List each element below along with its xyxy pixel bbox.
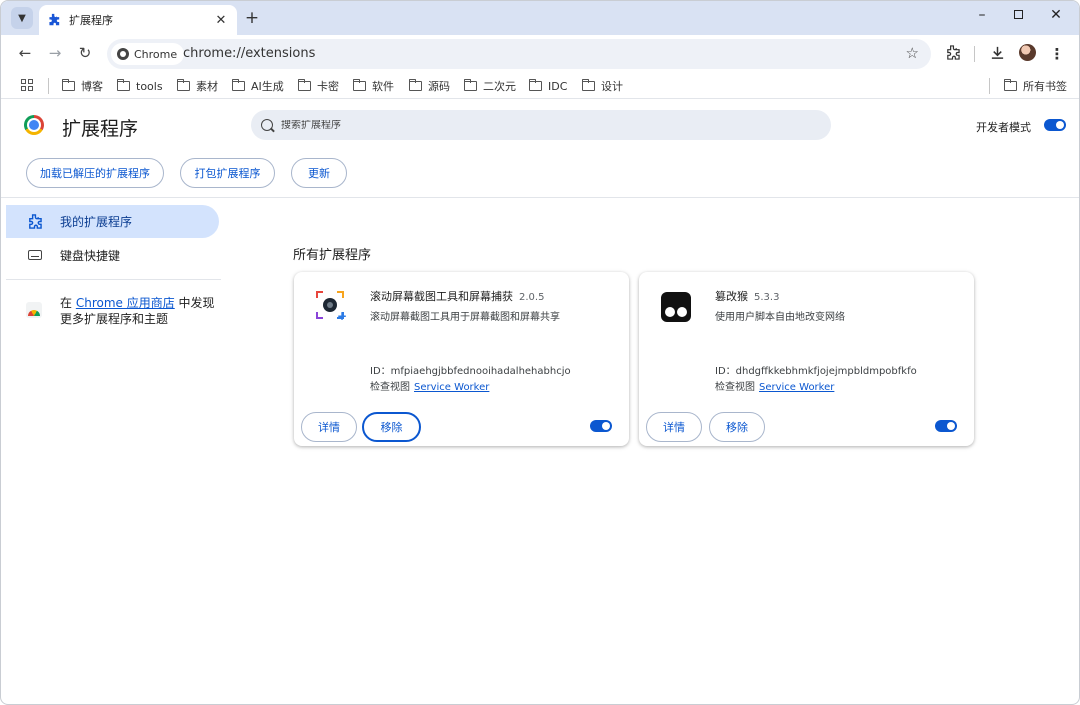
folder-icon (117, 79, 130, 91)
bookmark-folder-10[interactable]: 设计 (582, 78, 623, 94)
folder-icon (582, 79, 595, 91)
screenshot-camera-icon: + (316, 291, 347, 323)
url-text[interactable]: chrome://extensions (183, 46, 315, 61)
menu-kebab-icon[interactable]: ⋮ (1047, 45, 1067, 63)
address-bar[interactable]: Chrome chrome://extensions ☆ (107, 39, 931, 69)
section-title: 所有扩展程序 (293, 248, 372, 263)
bookmark-folder-6[interactable]: 软件 (353, 78, 394, 94)
puzzle-icon (27, 214, 42, 232)
folder-icon (298, 79, 311, 91)
sidebar-item-my-extensions[interactable]: 我的扩展程序 (6, 205, 219, 238)
all-bookmarks-button[interactable]: 所有书签 (1004, 78, 1067, 94)
developer-actions-bar: 加载已解压的扩展程序 打包扩展程序 更新 (1, 148, 1079, 198)
remove-button[interactable]: 移除 (362, 412, 421, 442)
developer-mode-toggle[interactable] (1044, 119, 1066, 131)
tab-search-button[interactable]: ▼ (11, 7, 33, 29)
chrome-icon (117, 48, 129, 60)
extensions-menu-icon[interactable] (942, 45, 962, 64)
bookmark-folder-5[interactable]: 卡密 (298, 78, 339, 94)
download-icon[interactable] (987, 45, 1007, 64)
inspect-views: 检查视图 Service Worker (370, 382, 490, 393)
reload-button[interactable]: ↻ (75, 44, 95, 62)
forward-button[interactable]: → (45, 44, 65, 62)
sidebar-item-shortcuts[interactable]: 键盘快捷键 (6, 239, 219, 272)
webstore-promo: 在 Chrome 应用商店 中发现更多扩展程序和主题 (60, 296, 215, 326)
extension-version: 2.0.5 (519, 292, 545, 303)
folder-icon (1004, 79, 1017, 91)
folder-icon (232, 79, 245, 91)
search-extensions[interactable] (251, 110, 831, 140)
sidebar-item-label: 键盘快捷键 (60, 249, 121, 263)
details-button[interactable]: 详情 (646, 412, 702, 442)
tab-extensions[interactable]: 扩展程序 ✕ (39, 5, 237, 35)
extension-enable-toggle[interactable] (590, 420, 612, 432)
bookmarks-bar: 博客 tools 素材 AI生成 卡密 软件 源码 二次元 IDC 设计 所有书… (1, 73, 1079, 99)
toolbar-divider (974, 46, 975, 62)
toolbar: ← → ↻ Chrome chrome://extensions ☆ ⋮ (1, 35, 1079, 73)
bookmark-folder-2[interactable]: tools (117, 78, 163, 94)
browser-window: ▼ 扩展程序 ✕ + – ✕ ← → ↻ Chrome chrome://ext… (0, 0, 1080, 705)
service-worker-link[interactable]: Service Worker (759, 382, 834, 393)
profile-avatar[interactable] (1019, 44, 1036, 61)
site-info-chip[interactable]: Chrome (111, 43, 185, 65)
extension-enable-toggle[interactable] (935, 420, 957, 432)
folder-icon (464, 79, 477, 91)
close-window-button[interactable]: ✕ (1045, 7, 1067, 23)
webstore-link[interactable]: Chrome 应用商店 (76, 296, 175, 310)
bookmark-separator (48, 78, 49, 94)
folder-icon (529, 79, 542, 91)
extension-description: 滚动屏幕截图工具用于屏幕截图和屏幕共享 (370, 312, 560, 323)
search-icon (261, 119, 273, 131)
site-chip-label: Chrome (134, 47, 178, 61)
chrome-logo-icon (24, 115, 44, 135)
extension-name: 滚动屏幕截图工具和屏幕捕获 2.0.5 (370, 290, 545, 303)
bookmark-folder-3[interactable]: 素材 (177, 78, 218, 94)
bookmark-folder-1[interactable]: 博客 (62, 78, 103, 94)
extensions-header: 扩展程序 开发者模式 (1, 100, 1079, 148)
folder-icon (409, 79, 422, 91)
chevron-down-icon: ▼ (18, 12, 26, 24)
inspect-views: 检查视图 Service Worker (715, 382, 835, 393)
folder-icon (353, 79, 366, 91)
bookmark-folder-7[interactable]: 源码 (409, 78, 450, 94)
new-tab-button[interactable]: + (243, 8, 261, 28)
details-button[interactable]: 详情 (301, 412, 357, 442)
maximize-button[interactable] (1007, 7, 1029, 23)
remove-button[interactable]: 移除 (709, 412, 765, 442)
tab-close-icon[interactable]: ✕ (213, 13, 229, 28)
apps-grid-icon[interactable] (21, 79, 33, 91)
extension-id: ID：dhdgffkkebhmkfjojejmpbldmpobfkfo (715, 366, 917, 377)
search-input[interactable] (281, 119, 801, 131)
bookmark-folder-8[interactable]: 二次元 (464, 78, 516, 94)
pack-extension-button[interactable]: 打包扩展程序 (180, 158, 275, 188)
page-title: 扩展程序 (62, 118, 139, 140)
developer-mode-label: 开发者模式 (976, 121, 1031, 134)
update-button[interactable]: 更新 (291, 158, 347, 188)
service-worker-link[interactable]: Service Worker (414, 382, 489, 393)
bookmark-star-icon[interactable]: ☆ (906, 44, 919, 62)
extension-card: + 滚动屏幕截图工具和屏幕捕获 2.0.5 滚动屏幕截图工具用于屏幕截图和屏幕共享… (294, 272, 629, 446)
tab-strip: ▼ 扩展程序 ✕ + – ✕ (1, 1, 1079, 35)
extension-version: 5.3.3 (754, 292, 780, 303)
extension-description: 使用用户脚本自由地改变网络 (715, 312, 845, 323)
folder-icon (177, 79, 190, 91)
back-button[interactable]: ← (15, 44, 35, 62)
load-unpacked-button[interactable]: 加载已解压的扩展程序 (26, 158, 164, 188)
bookmark-separator (989, 78, 990, 94)
puzzle-icon (47, 13, 61, 27)
folder-icon (62, 79, 75, 91)
extension-name: 篡改猴 5.3.3 (715, 290, 780, 303)
keyboard-icon (28, 250, 42, 260)
bookmark-folder-4[interactable]: AI生成 (232, 78, 284, 94)
sidebar-item-label: 我的扩展程序 (60, 215, 133, 229)
extension-card: 篡改猴 5.3.3 使用用户脚本自由地改变网络 ID：dhdgffkkebhmkf… (639, 272, 974, 446)
tab-title: 扩展程序 (69, 14, 113, 27)
extension-id: ID：mfpiaehgjbbfednooihadalhehabhcjo (370, 366, 571, 377)
bookmark-folder-9[interactable]: IDC (529, 78, 567, 94)
tampermonkey-icon (661, 292, 691, 322)
webstore-icon (26, 302, 42, 318)
sidebar-divider (6, 279, 221, 280)
minimize-button[interactable]: – (971, 7, 993, 23)
